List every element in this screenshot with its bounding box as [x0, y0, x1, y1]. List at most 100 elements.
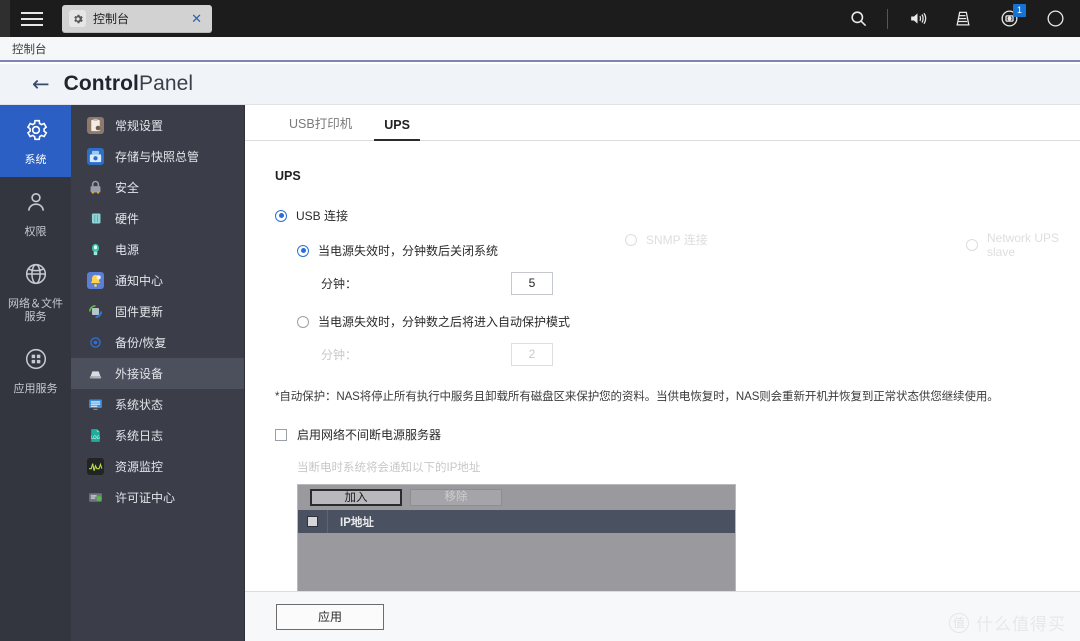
shutdown-minutes-input[interactable]: 5	[511, 272, 553, 295]
page-title-bold: Control	[63, 72, 139, 95]
gear-icon	[23, 117, 49, 148]
minutes-label: 分钟：	[321, 348, 358, 362]
submenu-item-security[interactable]: 安全	[71, 172, 244, 203]
submenu-item-power[interactable]: 电源	[71, 234, 244, 265]
close-icon[interactable]: ✕	[188, 12, 205, 25]
rail-item-privilege[interactable]: 权限	[0, 177, 71, 249]
content-tabs: USB打印机 UPS	[245, 105, 1080, 141]
page-header: ← ControlPanel	[0, 64, 1080, 105]
minutes-label: 分钟：	[321, 277, 358, 291]
watermark: 值 什么值得买	[949, 610, 1066, 635]
system-status-icon	[87, 396, 104, 413]
radio-indicator[interactable]	[625, 233, 637, 246]
resource-monitor-icon	[87, 458, 104, 475]
user-icon	[23, 189, 49, 220]
rail-item-application-services[interactable]: 应用服务	[0, 334, 71, 406]
radio-label: 当电源失效时，分钟数后关闭系统	[318, 244, 499, 258]
radio-label: USB 连接	[296, 209, 349, 223]
radio-label: 当电源失效时，分钟数之后将进入自动保护模式	[318, 315, 571, 329]
submenu-item-system-status[interactable]: 系统状态	[71, 389, 244, 420]
submenu-item-label: 存储与快照总管	[115, 150, 200, 164]
ip-table-header: IP地址	[298, 510, 735, 533]
toolbar-divider	[887, 8, 888, 29]
checkbox-enable-network-ups-server[interactable]: 启用网络不间断电源服务器	[275, 426, 1080, 443]
submenu-item-hardware[interactable]: 硬件	[71, 203, 244, 234]
radio-autoprotect-after-minutes[interactable]: 当电源失效时，分钟数之后将进入自动保护模式	[297, 313, 1080, 330]
submenu-item-notification-center[interactable]: 通知中心	[71, 265, 244, 296]
submenu-item-backup-restore[interactable]: 备份/恢复	[71, 327, 244, 358]
checkbox-label: 启用网络不间断电源服务器	[297, 428, 442, 442]
submenu-item-license-center[interactable]: 许可证中心	[71, 482, 244, 513]
main-menu-button[interactable]	[10, 0, 54, 37]
watermark-text: 什么值得买	[976, 615, 1066, 634]
radio-indicator[interactable]	[297, 315, 309, 328]
column-header-ip-address: IP地址	[340, 516, 374, 529]
submenu-item-label: 电源	[115, 243, 140, 257]
lock-icon	[87, 179, 104, 196]
system-log-icon: LOG	[87, 427, 104, 444]
svg-text:LOG: LOG	[91, 435, 100, 441]
submenu-item-label: 备份/恢复	[115, 336, 167, 350]
search-icon[interactable]	[835, 0, 881, 37]
add-ip-button[interactable]: 加入	[310, 489, 402, 506]
radio-label: Network UPS slave	[987, 231, 1060, 259]
submenu-item-label: 系统日志	[115, 429, 164, 443]
submenu-item-label: 许可证中心	[115, 491, 176, 505]
submenu-item-external-device[interactable]: 外接设备	[71, 358, 244, 389]
power-bulb-icon	[87, 241, 104, 258]
license-center-icon	[87, 489, 104, 506]
clipboard-icon	[87, 117, 104, 134]
rail-item-label: 网络＆文件 服务	[8, 298, 63, 323]
hamburger-line	[21, 23, 43, 26]
submenu-item-label: 常规设置	[115, 119, 164, 133]
tab-usb-printer[interactable]: USB打印机	[275, 113, 366, 140]
ip-table-toolbar: 加入 移除	[298, 485, 735, 510]
tab-ups[interactable]: UPS	[370, 118, 424, 141]
checkbox-indicator	[307, 516, 318, 527]
submenu-item-firmware-update[interactable]: 固件更新	[71, 296, 244, 327]
submenu-item-system-log[interactable]: LOG 系统日志	[71, 420, 244, 451]
radio-snmp-connection[interactable]: SNMP 连接	[625, 231, 708, 248]
radio-indicator[interactable]	[966, 239, 978, 251]
notification-icon[interactable]: 1	[986, 0, 1032, 37]
radio-indicator[interactable]	[275, 209, 287, 222]
ip-notify-hint: 当断电时系统将会通知以下的IP地址	[297, 462, 481, 474]
monitor-icon[interactable]	[940, 0, 986, 37]
radio-indicator[interactable]	[297, 244, 309, 257]
section-title: UPS	[275, 169, 301, 183]
rail-item-label: 应用服务	[13, 383, 58, 395]
submenu-item-storage-snapshots[interactable]: 存储与快照总管	[71, 141, 244, 172]
apply-button[interactable]: 应用	[276, 604, 384, 630]
page-title: ControlPanel	[64, 72, 194, 96]
rail-item-network-file-services[interactable]: 网络＆文件 服务	[0, 249, 71, 334]
gear-icon	[69, 10, 86, 27]
radio-network-ups-slave[interactable]: Network UPS slave	[966, 231, 1080, 259]
submenu-item-label: 固件更新	[115, 305, 164, 319]
ups-settings-panel: UPS USB 连接 SNMP 连接 Network UPS slave 当电源…	[245, 141, 1080, 633]
globe-icon	[23, 261, 49, 292]
checkbox-indicator[interactable]	[275, 428, 287, 441]
rail-item-label: 系统	[24, 154, 47, 166]
user-icon[interactable]	[1032, 0, 1078, 37]
hardware-icon	[87, 210, 104, 227]
hamburger-line	[21, 17, 43, 20]
auto-protect-note: *自动保护：NAS将停止所有执行中服务且卸载所有磁盘区来保护您的资料。当供电恢复…	[275, 391, 999, 403]
select-all-checkbox[interactable]	[298, 510, 328, 533]
autoprotect-minutes-input[interactable]: 2	[511, 343, 553, 366]
rail-item-system[interactable]: 系统	[0, 105, 71, 177]
volume-icon[interactable]	[894, 0, 940, 37]
submenu-item-label: 资源监控	[115, 460, 164, 474]
external-device-icon	[87, 365, 104, 382]
submenu-item-label: 外接设备	[115, 367, 164, 381]
submenu-list: 常规设置 存储与快照总管 安全 硬件 电源 通知中心 固件更新 备份/恢复 外接…	[71, 105, 245, 641]
top-bar: 控制台 ✕ 1	[0, 0, 1080, 37]
bell-icon	[87, 272, 104, 289]
window-tab-control-panel[interactable]: 控制台 ✕	[62, 4, 212, 33]
watermark-badge: 值	[949, 612, 969, 633]
submenu-item-resource-monitor[interactable]: 资源监控	[71, 451, 244, 482]
submenu-item-general-settings[interactable]: 常规设置	[71, 110, 244, 141]
radio-usb-connection[interactable]: USB 连接	[275, 207, 1080, 224]
hamburger-line	[21, 11, 43, 14]
radio-label: SNMP 连接	[646, 233, 708, 247]
back-arrow-icon[interactable]: ←	[32, 73, 50, 95]
